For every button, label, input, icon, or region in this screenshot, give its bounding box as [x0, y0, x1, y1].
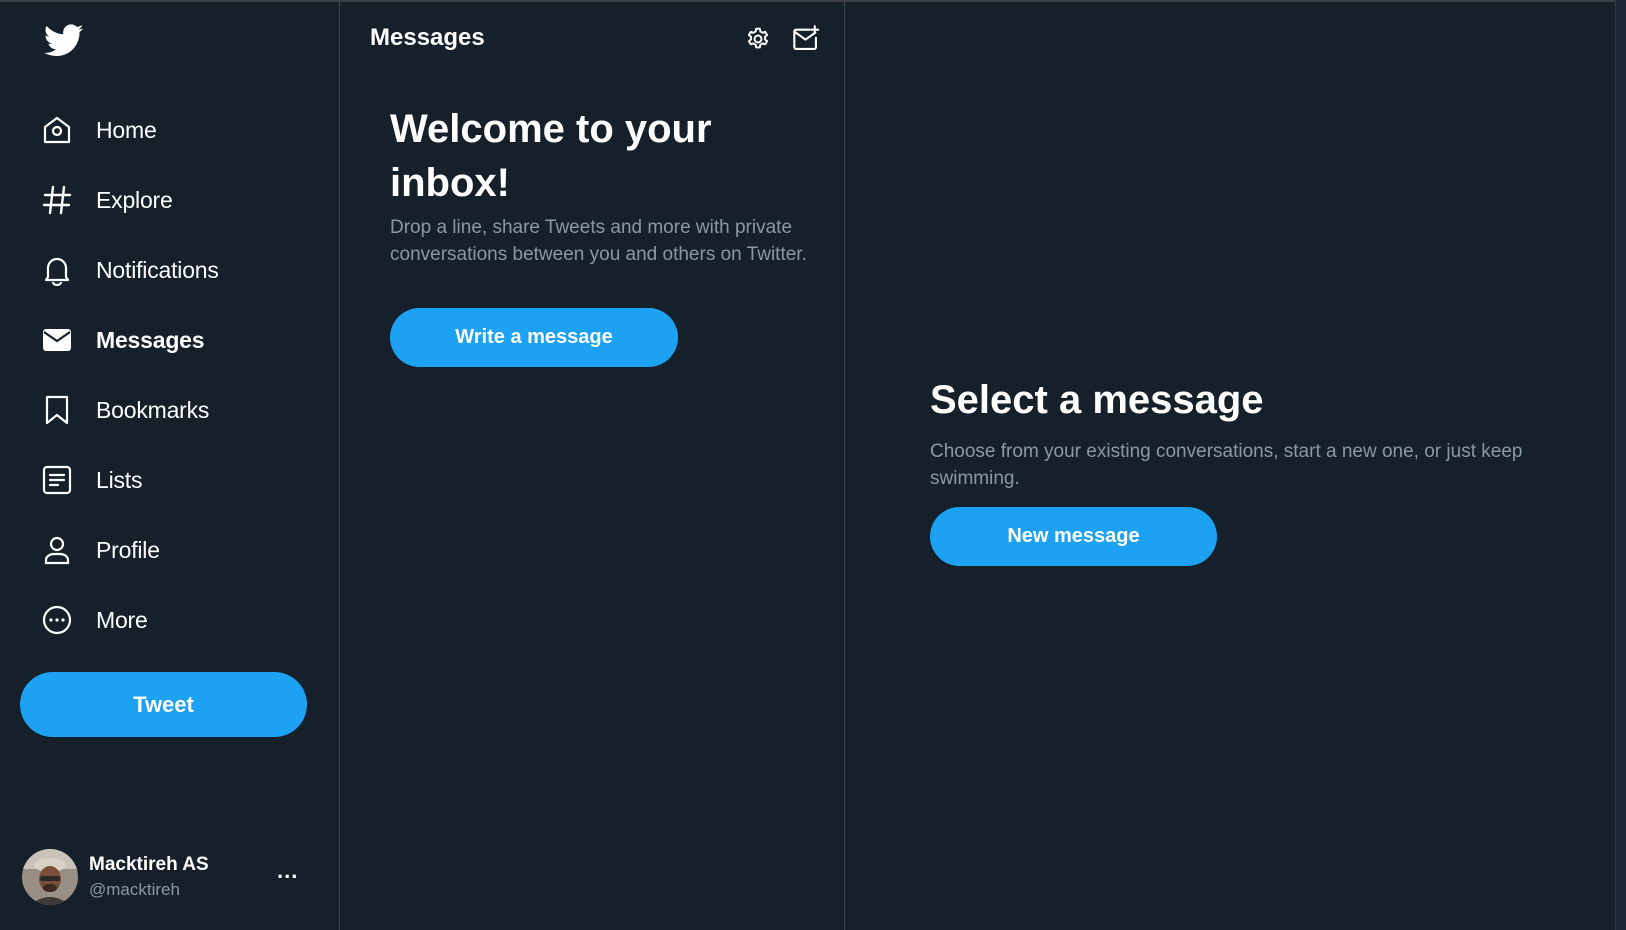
sidebar-item-label: More: [96, 606, 148, 633]
account-handle: @macktireh: [89, 880, 180, 899]
app-window: Home Explore Notifications Messages Book…: [0, 0, 1626, 930]
select-message-title: Select a message: [930, 378, 1264, 422]
write-message-button[interactable]: Write a message: [390, 308, 678, 367]
person-icon: [40, 533, 74, 567]
sidebar-item-notifications[interactable]: Notifications: [40, 245, 219, 295]
sidebar-item-label: Notifications: [96, 256, 219, 283]
sidebar-item-label: Profile: [96, 536, 160, 563]
avatar: [22, 849, 78, 905]
sidebar-item-label: Lists: [96, 466, 143, 493]
new-message-icon[interactable]: [791, 24, 821, 54]
page-title: Messages: [370, 24, 485, 51]
window-scroll-edge: [1615, 0, 1626, 930]
sidebar-item-more[interactable]: More: [40, 595, 148, 645]
account-switcher[interactable]: Macktireh AS @macktireh ...: [22, 848, 312, 906]
messages-column: Messages Welcome to your inbox! Drop a l…: [340, 2, 845, 930]
twitter-bird-icon[interactable]: [43, 24, 84, 60]
sidebar-item-label: Explore: [96, 186, 173, 213]
sidebar-item-explore[interactable]: Explore: [40, 175, 173, 225]
home-icon: [40, 113, 74, 147]
new-message-button[interactable]: New message: [930, 507, 1217, 566]
hashtag-icon: [40, 183, 74, 217]
bell-icon: [40, 253, 74, 287]
envelope-icon: [40, 323, 74, 357]
account-more-icon[interactable]: ...: [277, 858, 298, 884]
sidebar-item-lists[interactable]: Lists: [40, 455, 142, 505]
gear-icon[interactable]: [743, 24, 773, 54]
conversation-detail: Select a message Choose from your existi…: [845, 2, 1615, 930]
sidebar-item-home[interactable]: Home: [40, 105, 157, 155]
sidebar-item-profile[interactable]: Profile: [40, 525, 160, 575]
sidebar: Home Explore Notifications Messages Book…: [0, 2, 340, 930]
sidebar-item-bookmarks[interactable]: Bookmarks: [40, 385, 209, 435]
sidebar-item-messages[interactable]: Messages: [40, 315, 205, 365]
more-circle-icon: [40, 603, 74, 637]
list-icon: [40, 463, 74, 497]
tweet-button[interactable]: Tweet: [20, 672, 307, 737]
welcome-subtitle: Drop a line, share Tweets and more with …: [390, 217, 807, 265]
welcome-title: Welcome to your inbox!: [390, 107, 712, 205]
select-message-subtitle: Choose from your existing conversations,…: [930, 441, 1523, 489]
sidebar-item-label: Bookmarks: [96, 396, 210, 423]
sidebar-item-label: Home: [96, 116, 157, 143]
account-name: Macktireh AS: [89, 854, 209, 875]
bookmark-icon: [40, 393, 74, 427]
sidebar-item-label: Messages: [96, 326, 205, 353]
